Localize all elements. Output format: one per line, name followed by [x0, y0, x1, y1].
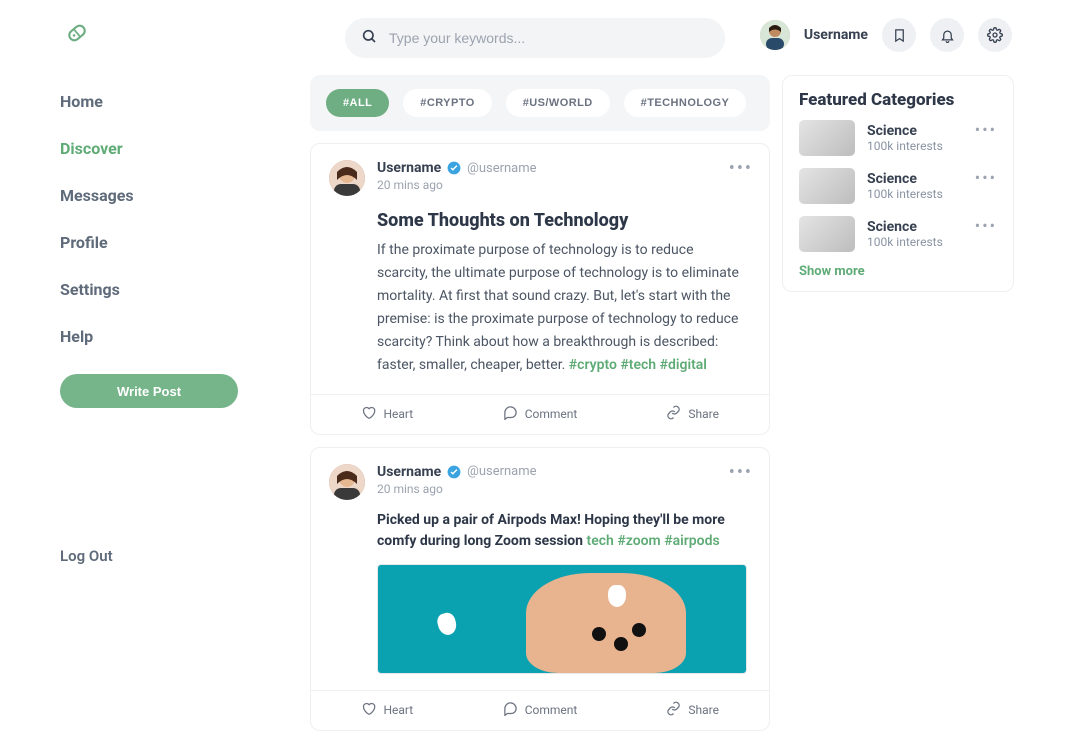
filter-all[interactable]: #ALL [326, 89, 389, 117]
heart-icon [361, 405, 376, 423]
category-item[interactable]: ••• Science 100k interests [799, 168, 997, 204]
category-interests: 100k interests [867, 235, 943, 249]
heart-action[interactable]: Heart [311, 691, 464, 730]
nav-discover[interactable]: Discover [60, 125, 250, 172]
show-more-link[interactable]: Show more [799, 264, 997, 279]
post-body: Picked up a pair of Airpods Max! Hoping … [377, 510, 751, 552]
heart-icon [361, 701, 376, 719]
post-username[interactable]: Username [377, 160, 441, 176]
search-input[interactable] [345, 18, 725, 58]
filter-technology[interactable]: #TECHNOLOGY [624, 89, 747, 117]
post-avatar[interactable] [329, 464, 365, 500]
post-timestamp: 20 mins ago [377, 482, 537, 496]
hashtag[interactable]: #crypto [569, 357, 617, 373]
post-title: Some Thoughts on Technology [377, 210, 751, 231]
main-feed: #ALL #CRYPTO #US/WORLD #TECHNOLOGY ••• U… [310, 75, 770, 731]
verified-icon [447, 465, 461, 479]
category-item[interactable]: ••• Science 100k interests [799, 216, 997, 252]
filter-crypto[interactable]: #CRYPTO [403, 89, 491, 117]
sidebar: Home Discover Messages Profile Settings … [60, 78, 250, 583]
comment-icon [503, 405, 518, 423]
category-menu-icon[interactable]: ••• [975, 216, 997, 235]
category-name: Science [867, 219, 943, 235]
nav-home[interactable]: Home [60, 78, 250, 125]
post-image[interactable] [377, 564, 747, 674]
category-interests: 100k interests [867, 187, 943, 201]
avatar[interactable] [760, 20, 790, 50]
hashtag[interactable]: #airpods [664, 533, 719, 549]
verified-icon [447, 161, 461, 175]
category-thumb [799, 216, 855, 252]
hashtag[interactable]: #tech [620, 357, 656, 373]
post-menu-icon[interactable]: ••• [729, 462, 753, 483]
hashtag[interactable]: #zoom [617, 533, 660, 549]
nav-messages[interactable]: Messages [60, 172, 250, 219]
post-menu-icon[interactable]: ••• [729, 158, 753, 179]
share-action[interactable]: Share [616, 395, 769, 434]
post-handle: @username [467, 464, 536, 479]
share-icon [666, 405, 681, 423]
featured-categories-panel: Featured Categories ••• Science 100k int… [782, 75, 1014, 292]
category-name: Science [867, 123, 943, 139]
hashtag[interactable]: tech [587, 533, 614, 549]
notifications-button[interactable] [930, 18, 964, 52]
post-card: ••• Username @username 20 mins ago Some … [310, 143, 770, 435]
comment-action[interactable]: Comment [464, 395, 617, 434]
category-interests: 100k interests [867, 139, 943, 153]
post-avatar[interactable] [329, 160, 365, 196]
category-thumb [799, 120, 855, 156]
write-post-button[interactable]: Write Post [60, 374, 238, 408]
category-thumb [799, 168, 855, 204]
filter-usworld[interactable]: #US/WORLD [506, 89, 610, 117]
app-logo[interactable] [60, 16, 94, 50]
logout-link[interactable]: Log Out [60, 547, 250, 565]
share-action[interactable]: Share [616, 691, 769, 730]
header-username[interactable]: Username [804, 27, 868, 43]
search-container [345, 18, 725, 58]
comment-icon [503, 701, 518, 719]
comment-action[interactable]: Comment [464, 691, 617, 730]
nav-help[interactable]: Help [60, 313, 250, 360]
filter-bar: #ALL #CRYPTO #US/WORLD #TECHNOLOGY [310, 75, 770, 131]
post-body: If the proximate purpose of technology i… [377, 239, 751, 378]
post-card: ••• Username @username 20 mins ago Picke… [310, 447, 770, 731]
category-name: Science [867, 171, 943, 187]
bookmark-button[interactable] [882, 18, 916, 52]
category-item[interactable]: ••• Science 100k interests [799, 120, 997, 156]
post-actions: Heart Comment Share [311, 690, 769, 730]
hashtag[interactable]: #digital [660, 357, 707, 373]
heart-action[interactable]: Heart [311, 395, 464, 434]
post-timestamp: 20 mins ago [377, 178, 537, 192]
post-handle: @username [467, 161, 536, 176]
nav-profile[interactable]: Profile [60, 219, 250, 266]
category-menu-icon[interactable]: ••• [975, 168, 997, 187]
post-username[interactable]: Username [377, 464, 441, 480]
post-actions: Heart Comment Share [311, 394, 769, 434]
category-menu-icon[interactable]: ••• [975, 120, 997, 139]
panel-title: Featured Categories [799, 90, 997, 110]
settings-button[interactable] [978, 18, 1012, 52]
search-icon [361, 28, 377, 48]
nav-settings[interactable]: Settings [60, 266, 250, 313]
share-icon [666, 701, 681, 719]
